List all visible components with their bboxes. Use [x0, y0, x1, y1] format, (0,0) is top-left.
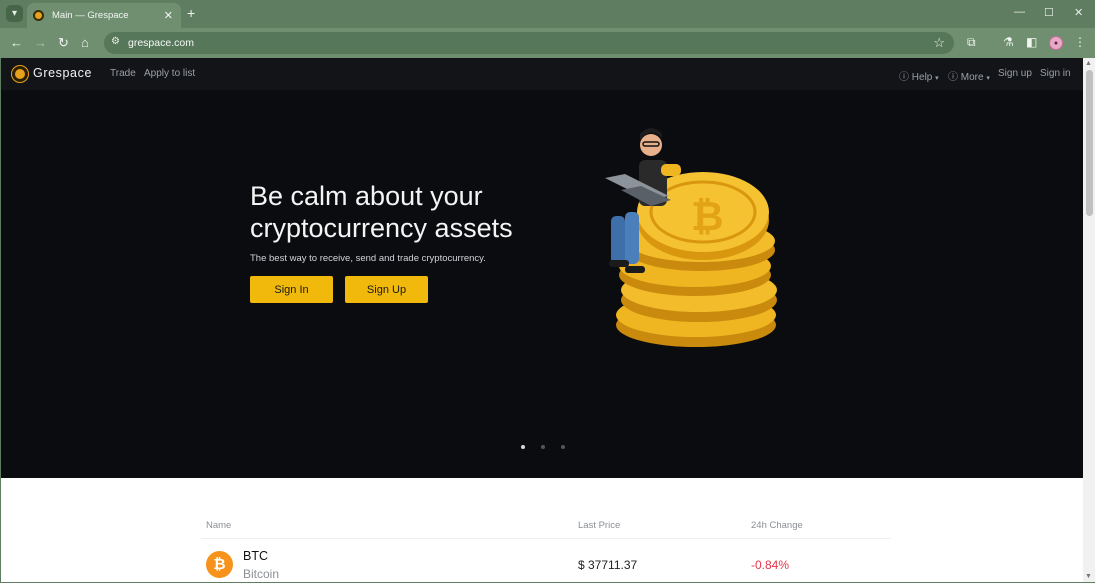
scroll-down-icon[interactable]: ▼: [1085, 573, 1092, 580]
header-24h-change[interactable]: 24h Change: [751, 520, 803, 531]
scrollbar-thumb[interactable]: [1086, 70, 1093, 216]
minimize-icon[interactable]: —: [1014, 6, 1025, 18]
hero-sign-in-button[interactable]: Sign In: [250, 276, 333, 303]
coin-name: Bitcoin: [243, 567, 280, 581]
hero-subtitle: The best way to receive, send and trade …: [250, 253, 486, 264]
scroll-up-icon[interactable]: ▲: [1085, 60, 1092, 67]
profile-avatar[interactable]: ●: [1049, 36, 1063, 50]
logo-text[interactable]: Grespace: [33, 66, 92, 80]
nav-help-label: Help: [911, 72, 933, 83]
url-text: grespace.com: [128, 37, 194, 49]
reload-icon[interactable]: ↻: [58, 35, 69, 51]
tab-title: Main — Grespace: [52, 10, 129, 21]
tab-close-icon[interactable]: ✕: [164, 9, 173, 22]
back-icon[interactable]: ←: [10, 35, 23, 50]
page-viewport: Grespace Trade Apply to list ⓘ Help ▾ ⓘ …: [1, 58, 1083, 582]
browser-toolbar: ← → ↻ ⌂ ⚙ grespace.com ☆ ⧉ ⚗ ◧ ⋮: [0, 28, 1095, 58]
address-bar[interactable]: ⚙ grespace.com ☆: [104, 32, 954, 54]
coin-symbol: BTC: [243, 549, 268, 563]
header-name[interactable]: Name: [206, 520, 231, 531]
tab-strip: ▾ Main — Grespace ✕ + — ☐ ✕: [0, 0, 1095, 28]
nav-help[interactable]: ⓘ Help ▾: [899, 68, 939, 83]
hero-carousel: Be calm about your cryptocurrency assets…: [1, 90, 1083, 478]
carousel-dot-2[interactable]: [541, 445, 545, 449]
chevron-down-icon: ▾: [986, 75, 990, 82]
home-icon[interactable]: ⌂: [81, 35, 89, 50]
browser-window: ▾ Main — Grespace ✕ + — ☐ ✕ ← → ↻ ⌂ ⚙ gr…: [0, 0, 1095, 583]
menu-kebab-icon[interactable]: ⋮: [1074, 35, 1086, 49]
header-last-price[interactable]: Last Price: [578, 520, 620, 531]
maximize-icon[interactable]: ☐: [1044, 6, 1054, 19]
coin-price: $ 37711.37: [578, 558, 638, 572]
bookmark-star-icon[interactable]: ☆: [933, 35, 945, 51]
hero-title: Be calm about your cryptocurrency assets: [250, 181, 513, 243]
nav-apply-to-list[interactable]: Apply to list: [144, 68, 195, 79]
coin-change: -0.84%: [751, 558, 790, 572]
hero-sign-up-button[interactable]: Sign Up: [345, 276, 428, 303]
coin-stack-illustration: ₿: [605, 128, 777, 347]
side-panel-icon[interactable]: ◧: [1026, 35, 1037, 49]
close-window-icon[interactable]: ✕: [1074, 6, 1083, 19]
info-circle-icon: ⓘ: [948, 72, 958, 83]
nav-sign-up[interactable]: Sign up: [998, 68, 1032, 79]
svg-text:₿: ₿: [691, 194, 724, 240]
page-scrollbar[interactable]: ▲ ▼: [1083, 58, 1095, 582]
nav-more-label: More: [960, 72, 984, 83]
chevron-down-icon: ▾: [935, 75, 939, 82]
help-circle-icon: ⓘ: [899, 72, 909, 83]
table-divider: [201, 538, 891, 539]
nav-trade[interactable]: Trade: [110, 68, 136, 79]
labs-flask-icon[interactable]: ⚗: [1003, 35, 1014, 49]
logo-icon[interactable]: [12, 66, 28, 82]
favicon-icon: [33, 10, 44, 21]
market-table: Name Last Price 24h Change ₿ BTC Bitcoin…: [201, 478, 891, 582]
carousel-dot-3[interactable]: [561, 445, 565, 449]
extensions-icon[interactable]: ⧉: [967, 35, 976, 50]
tab-search-icon[interactable]: ▾: [6, 5, 23, 22]
site-info-icon[interactable]: ⚙: [111, 36, 120, 47]
nav-sign-in[interactable]: Sign in: [1040, 68, 1071, 79]
site-navbar: Grespace Trade Apply to list ⓘ Help ▾ ⓘ …: [1, 58, 1083, 90]
nav-more[interactable]: ⓘ More ▾: [948, 68, 990, 83]
browser-tab[interactable]: Main — Grespace ✕: [27, 3, 181, 28]
bitcoin-icon: ₿: [206, 551, 233, 578]
carousel-dot-1[interactable]: [521, 445, 525, 449]
new-tab-icon[interactable]: +: [187, 5, 195, 21]
forward-icon[interactable]: →: [34, 35, 47, 50]
